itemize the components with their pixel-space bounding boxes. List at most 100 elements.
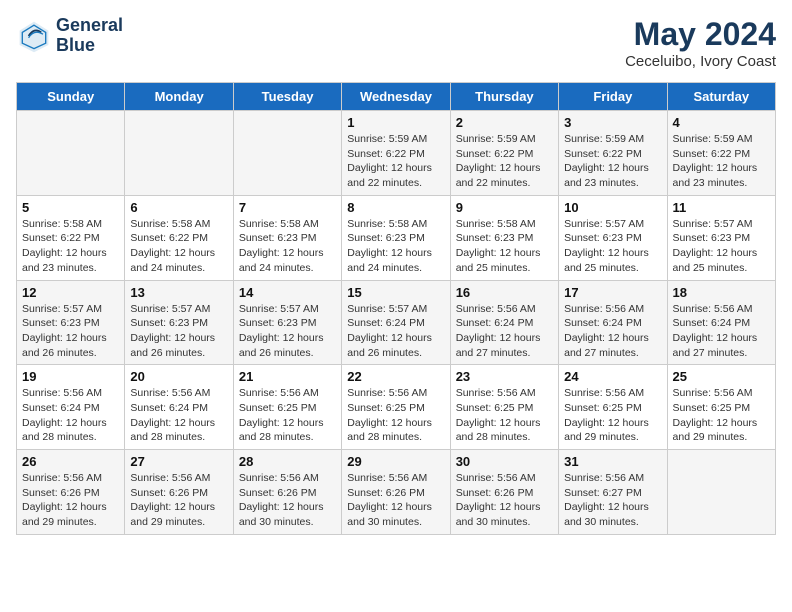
day-number: 24 bbox=[564, 369, 661, 384]
day-info: Sunrise: 5:56 AM Sunset: 6:25 PM Dayligh… bbox=[673, 386, 770, 445]
calendar-cell: 3 Sunrise: 5:59 AM Sunset: 6:22 PM Daylig… bbox=[559, 111, 667, 196]
calendar-cell: 12Sunrise: 5:57 AM Sunset: 6:23 PM Dayli… bbox=[17, 280, 125, 365]
day-info: Sunrise: 5:56 AM Sunset: 6:24 PM Dayligh… bbox=[456, 302, 553, 361]
calendar-table: SundayMondayTuesdayWednesdayThursdayFrid… bbox=[16, 82, 776, 535]
day-number: 12 bbox=[22, 285, 119, 300]
day-number: 7 bbox=[239, 200, 336, 215]
day-info: Sunrise: 5:56 AM Sunset: 6:27 PM Dayligh… bbox=[564, 471, 661, 530]
day-info: Sunrise: 5:59 AM Sunset: 6:22 PM Dayligh… bbox=[673, 132, 770, 191]
calendar-cell: 22 Sunrise: 5:56 AM Sunset: 6:25 PM Dayli… bbox=[342, 365, 450, 450]
day-info: Sunrise: 5:56 AM Sunset: 6:24 PM Dayligh… bbox=[22, 386, 119, 445]
calendar-cell bbox=[17, 111, 125, 196]
calendar-cell: 27 Sunrise: 5:56 AM Sunset: 6:26 PM Dayli… bbox=[125, 450, 233, 535]
title-block: May 2024 Ceceluibo, Ivory Coast bbox=[625, 16, 776, 70]
day-number: 8 bbox=[347, 200, 444, 215]
day-info: Sunrise: 5:56 AM Sunset: 6:26 PM Dayligh… bbox=[456, 471, 553, 530]
calendar-cell: 23 Sunrise: 5:56 AM Sunset: 6:25 PM Dayli… bbox=[450, 365, 558, 450]
calendar-cell: 19Sunrise: 5:56 AM Sunset: 6:24 PM Dayli… bbox=[17, 365, 125, 450]
calendar-cell: 7 Sunrise: 5:58 AM Sunset: 6:23 PM Daylig… bbox=[233, 195, 341, 280]
calendar-cell: 11 Sunrise: 5:57 AM Sunset: 6:23 PM Dayli… bbox=[667, 195, 775, 280]
calendar-cell bbox=[125, 111, 233, 196]
day-number: 11 bbox=[673, 200, 770, 215]
logo: General Blue bbox=[16, 16, 123, 56]
day-info: Sunrise: 5:58 AM Sunset: 6:22 PM Dayligh… bbox=[130, 217, 227, 276]
location: Ceceluibo, Ivory Coast bbox=[625, 53, 776, 70]
calendar-cell: 26 Sunrise: 5:56 AM Sunset: 6:26 PM Dayli… bbox=[17, 450, 125, 535]
day-info: Sunrise: 5:59 AM Sunset: 6:22 PM Dayligh… bbox=[564, 132, 661, 191]
day-info: Sunrise: 5:56 AM Sunset: 6:24 PM Dayligh… bbox=[130, 386, 227, 445]
day-number: 17 bbox=[564, 285, 661, 300]
page-header: General Blue May 2024 Ceceluibo, Ivory C… bbox=[16, 16, 776, 70]
calendar-cell: 14 Sunrise: 5:57 AM Sunset: 6:23 PM Dayli… bbox=[233, 280, 341, 365]
day-info: Sunrise: 5:58 AM Sunset: 6:22 PM Dayligh… bbox=[22, 217, 119, 276]
logo-text: General Blue bbox=[56, 16, 123, 56]
day-info: Sunrise: 5:58 AM Sunset: 6:23 PM Dayligh… bbox=[239, 217, 336, 276]
calendar-cell: 6 Sunrise: 5:58 AM Sunset: 6:22 PM Daylig… bbox=[125, 195, 233, 280]
calendar-cell: 29 Sunrise: 5:56 AM Sunset: 6:26 PM Dayli… bbox=[342, 450, 450, 535]
day-info: Sunrise: 5:57 AM Sunset: 6:23 PM Dayligh… bbox=[564, 217, 661, 276]
day-number: 25 bbox=[673, 369, 770, 384]
day-number: 9 bbox=[456, 200, 553, 215]
weekday-header-row: SundayMondayTuesdayWednesdayThursdayFrid… bbox=[17, 83, 776, 111]
weekday-header: Wednesday bbox=[342, 83, 450, 111]
calendar-cell: 21 Sunrise: 5:56 AM Sunset: 6:25 PM Dayli… bbox=[233, 365, 341, 450]
weekday-header: Monday bbox=[125, 83, 233, 111]
day-info: Sunrise: 5:56 AM Sunset: 6:26 PM Dayligh… bbox=[130, 471, 227, 530]
day-info: Sunrise: 5:56 AM Sunset: 6:25 PM Dayligh… bbox=[456, 386, 553, 445]
day-info: Sunrise: 5:58 AM Sunset: 6:23 PM Dayligh… bbox=[347, 217, 444, 276]
calendar-cell: 8 Sunrise: 5:58 AM Sunset: 6:23 PM Daylig… bbox=[342, 195, 450, 280]
day-info: Sunrise: 5:57 AM Sunset: 6:23 PM Dayligh… bbox=[130, 302, 227, 361]
calendar-cell: 31 Sunrise: 5:56 AM Sunset: 6:27 PM Dayli… bbox=[559, 450, 667, 535]
weekday-header: Tuesday bbox=[233, 83, 341, 111]
calendar-week-row: 1Sunrise: 5:59 AM Sunset: 6:22 PM Daylig… bbox=[17, 111, 776, 196]
logo-icon bbox=[16, 18, 52, 54]
calendar-cell: 17Sunrise: 5:56 AM Sunset: 6:24 PM Dayli… bbox=[559, 280, 667, 365]
day-info: Sunrise: 5:56 AM Sunset: 6:25 PM Dayligh… bbox=[564, 386, 661, 445]
day-number: 14 bbox=[239, 285, 336, 300]
calendar-cell: 5Sunrise: 5:58 AM Sunset: 6:22 PM Daylig… bbox=[17, 195, 125, 280]
day-info: Sunrise: 5:56 AM Sunset: 6:26 PM Dayligh… bbox=[239, 471, 336, 530]
day-info: Sunrise: 5:57 AM Sunset: 6:23 PM Dayligh… bbox=[239, 302, 336, 361]
calendar-cell: 20 Sunrise: 5:56 AM Sunset: 6:24 PM Dayli… bbox=[125, 365, 233, 450]
day-number: 23 bbox=[456, 369, 553, 384]
day-number: 20 bbox=[130, 369, 227, 384]
day-info: Sunrise: 5:56 AM Sunset: 6:25 PM Dayligh… bbox=[347, 386, 444, 445]
calendar-cell bbox=[233, 111, 341, 196]
day-info: Sunrise: 5:56 AM Sunset: 6:25 PM Dayligh… bbox=[239, 386, 336, 445]
day-number: 30 bbox=[456, 454, 553, 469]
calendar-cell: 1Sunrise: 5:59 AM Sunset: 6:22 PM Daylig… bbox=[342, 111, 450, 196]
day-info: Sunrise: 5:57 AM Sunset: 6:24 PM Dayligh… bbox=[347, 302, 444, 361]
calendar-cell: 15Sunrise: 5:57 AM Sunset: 6:24 PM Dayli… bbox=[342, 280, 450, 365]
calendar-week-row: 12 Sunrise: 5:57 AM Sunset: 6:23 PM Dayli… bbox=[17, 280, 776, 365]
calendar-cell bbox=[667, 450, 775, 535]
day-number: 21 bbox=[239, 369, 336, 384]
day-number: 27 bbox=[130, 454, 227, 469]
calendar-cell: 25 Sunrise: 5:56 AM Sunset: 6:25 PM Dayli… bbox=[667, 365, 775, 450]
weekday-header: Sunday bbox=[17, 83, 125, 111]
day-number: 22 bbox=[347, 369, 444, 384]
calendar-week-row: 5Sunrise: 5:58 AM Sunset: 6:22 PM Daylig… bbox=[17, 195, 776, 280]
day-number: 26 bbox=[22, 454, 119, 469]
day-number: 3 bbox=[564, 115, 661, 130]
calendar-cell: 4Sunrise: 5:59 AM Sunset: 6:22 PM Daylig… bbox=[667, 111, 775, 196]
weekday-header: Thursday bbox=[450, 83, 558, 111]
day-info: Sunrise: 5:59 AM Sunset: 6:22 PM Dayligh… bbox=[347, 132, 444, 191]
day-info: Sunrise: 5:56 AM Sunset: 6:26 PM Dayligh… bbox=[347, 471, 444, 530]
day-info: Sunrise: 5:56 AM Sunset: 6:26 PM Dayligh… bbox=[22, 471, 119, 530]
calendar-cell: 28Sunrise: 5:56 AM Sunset: 6:26 PM Dayli… bbox=[233, 450, 341, 535]
calendar-cell: 24 Sunrise: 5:56 AM Sunset: 6:25 PM Dayli… bbox=[559, 365, 667, 450]
calendar-cell: 30 Sunrise: 5:56 AM Sunset: 6:26 PM Dayli… bbox=[450, 450, 558, 535]
calendar-week-row: 26 Sunrise: 5:56 AM Sunset: 6:26 PM Dayli… bbox=[17, 450, 776, 535]
day-number: 18 bbox=[673, 285, 770, 300]
day-number: 6 bbox=[130, 200, 227, 215]
calendar-cell: 10Sunrise: 5:57 AM Sunset: 6:23 PM Dayli… bbox=[559, 195, 667, 280]
day-info: Sunrise: 5:57 AM Sunset: 6:23 PM Dayligh… bbox=[673, 217, 770, 276]
day-number: 2 bbox=[456, 115, 553, 130]
day-number: 29 bbox=[347, 454, 444, 469]
day-info: Sunrise: 5:59 AM Sunset: 6:22 PM Dayligh… bbox=[456, 132, 553, 191]
weekday-header: Saturday bbox=[667, 83, 775, 111]
day-number: 31 bbox=[564, 454, 661, 469]
day-info: Sunrise: 5:56 AM Sunset: 6:24 PM Dayligh… bbox=[673, 302, 770, 361]
calendar-cell: 16Sunrise: 5:56 AM Sunset: 6:24 PM Dayli… bbox=[450, 280, 558, 365]
day-info: Sunrise: 5:58 AM Sunset: 6:23 PM Dayligh… bbox=[456, 217, 553, 276]
